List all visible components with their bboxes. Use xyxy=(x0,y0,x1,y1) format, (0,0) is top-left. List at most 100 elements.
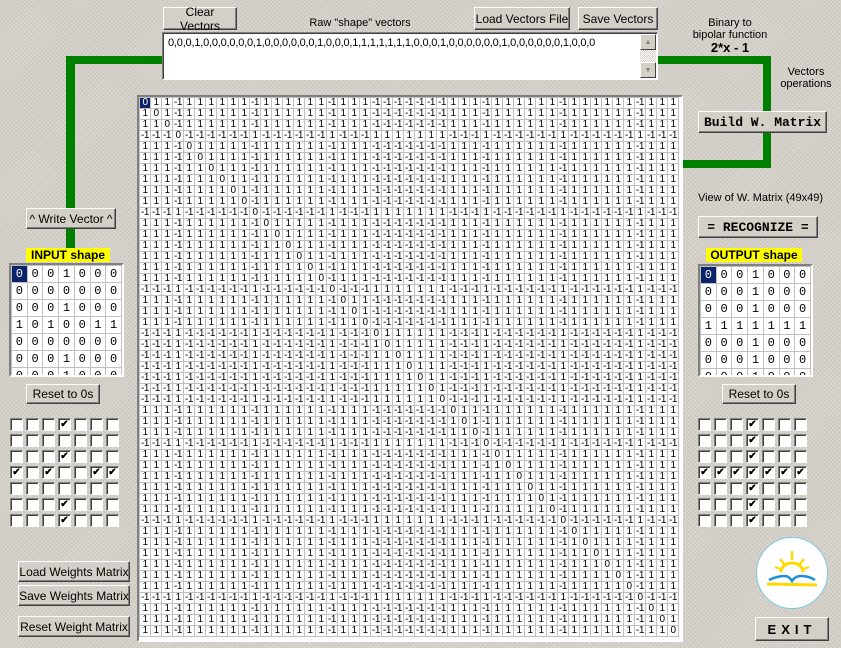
matrix-cell[interactable]: 1 xyxy=(502,251,514,263)
matrix-cell[interactable]: 1 xyxy=(271,416,283,428)
matrix-cell[interactable]: 1 xyxy=(227,504,239,516)
matrix-cell[interactable]: -1 xyxy=(436,185,448,197)
matrix-cell[interactable]: 1 xyxy=(491,141,503,153)
matrix-cell[interactable]: -1 xyxy=(425,119,437,131)
matrix-cell[interactable]: 1 xyxy=(590,460,602,472)
matrix-cell[interactable]: 1 xyxy=(348,570,360,582)
matrix-cell[interactable]: -1 xyxy=(326,581,338,593)
input-shape-cell[interactable]: 1 xyxy=(105,316,122,334)
matrix-cell[interactable]: -1 xyxy=(623,383,635,395)
matrix-cell[interactable]: -1 xyxy=(370,482,382,494)
input-checkbox[interactable] xyxy=(74,434,87,447)
matrix-cell[interactable]: 1 xyxy=(458,427,470,439)
matrix-cell[interactable]: -1 xyxy=(414,273,426,285)
matrix-cell[interactable]: 1 xyxy=(590,174,602,186)
matrix-cell[interactable]: -1 xyxy=(161,383,173,395)
matrix-diagonal-cell[interactable]: 0 xyxy=(557,515,569,527)
matrix-cell[interactable]: 1 xyxy=(260,196,272,208)
output-shape-cell[interactable]: 0 xyxy=(778,368,796,375)
matrix-cell[interactable]: 1 xyxy=(590,614,602,626)
matrix-cell[interactable]: 1 xyxy=(579,471,591,483)
matrix-cell[interactable]: -1 xyxy=(557,174,569,186)
matrix-cell[interactable]: -1 xyxy=(568,339,580,351)
matrix-cell[interactable]: 1 xyxy=(546,163,558,175)
matrix-cell[interactable]: -1 xyxy=(370,218,382,230)
matrix-cell[interactable]: 1 xyxy=(579,504,591,516)
matrix-cell[interactable]: -1 xyxy=(634,108,646,120)
matrix-cell[interactable]: 1 xyxy=(337,625,349,637)
matrix-cell[interactable]: -1 xyxy=(447,328,459,340)
matrix-cell[interactable]: -1 xyxy=(172,174,184,186)
matrix-cell[interactable]: 1 xyxy=(623,229,635,241)
matrix-cell[interactable]: 1 xyxy=(238,570,250,582)
matrix-cell[interactable]: -1 xyxy=(194,438,206,450)
output-shape-cell[interactable]: 0 xyxy=(731,300,749,318)
matrix-cell[interactable]: -1 xyxy=(337,130,349,142)
matrix-cell[interactable]: 1 xyxy=(315,185,327,197)
matrix-cell[interactable]: -1 xyxy=(381,504,393,516)
matrix-cell[interactable]: 1 xyxy=(194,317,206,329)
matrix-cell[interactable]: 1 xyxy=(150,273,162,285)
matrix-cell[interactable]: 1 xyxy=(590,295,602,307)
matrix-cell[interactable]: -1 xyxy=(150,592,162,604)
matrix-cell[interactable]: 1 xyxy=(260,262,272,274)
matrix-cell[interactable]: -1 xyxy=(513,350,525,362)
matrix-cell[interactable]: -1 xyxy=(403,493,415,505)
matrix-cell[interactable]: -1 xyxy=(326,603,338,615)
matrix-cell[interactable]: 1 xyxy=(337,427,349,439)
matrix-cell[interactable]: -1 xyxy=(568,438,580,450)
scroll-down-icon[interactable]: ▼ xyxy=(640,62,656,78)
matrix-cell[interactable]: 1 xyxy=(227,482,239,494)
matrix-cell[interactable]: 1 xyxy=(458,141,470,153)
matrix-cell[interactable]: -1 xyxy=(601,372,613,384)
matrix-cell[interactable]: 1 xyxy=(436,372,448,384)
matrix-cell[interactable]: 1 xyxy=(513,317,525,329)
matrix-cell[interactable]: -1 xyxy=(161,394,173,406)
output-shape-cell[interactable]: 0 xyxy=(715,266,733,284)
matrix-cell[interactable]: -1 xyxy=(315,592,327,604)
matrix-cell[interactable]: 1 xyxy=(260,581,272,593)
matrix-cell[interactable]: 1 xyxy=(271,460,283,472)
output-shape-cell[interactable]: 0 xyxy=(700,266,717,284)
matrix-cell[interactable]: 1 xyxy=(227,97,239,109)
matrix-cell[interactable]: -1 xyxy=(348,383,360,395)
input-checkbox[interactable] xyxy=(58,434,71,447)
matrix-cell[interactable]: -1 xyxy=(656,350,668,362)
output-shape-cell[interactable]: 0 xyxy=(778,300,796,318)
matrix-cell[interactable]: 1 xyxy=(183,537,195,549)
matrix-cell[interactable]: 1 xyxy=(216,185,228,197)
matrix-cell[interactable]: 1 xyxy=(535,317,547,329)
matrix-cell[interactable]: -1 xyxy=(491,383,503,395)
matrix-cell[interactable]: 1 xyxy=(568,141,580,153)
matrix-cell[interactable]: -1 xyxy=(161,207,173,219)
matrix-cell[interactable]: 1 xyxy=(491,537,503,549)
matrix-cell[interactable]: 1 xyxy=(469,141,481,153)
matrix-cell[interactable]: 1 xyxy=(194,603,206,615)
matrix-cell[interactable]: -1 xyxy=(315,328,327,340)
matrix-cell[interactable]: 1 xyxy=(601,460,613,472)
matrix-cell[interactable]: 1 xyxy=(183,174,195,186)
input-checkbox[interactable] xyxy=(74,514,87,527)
matrix-cell[interactable]: 1 xyxy=(238,218,250,230)
matrix-cell[interactable]: 1 xyxy=(403,328,415,340)
matrix-cell[interactable]: 1 xyxy=(535,251,547,263)
matrix-cell[interactable]: -1 xyxy=(656,339,668,351)
matrix-cell[interactable]: 1 xyxy=(304,427,316,439)
matrix-cell[interactable]: -1 xyxy=(293,130,305,142)
matrix-cell[interactable]: 1 xyxy=(227,603,239,615)
matrix-cell[interactable]: 1 xyxy=(469,493,481,505)
matrix-cell[interactable]: -1 xyxy=(634,482,646,494)
matrix-cell[interactable]: -1 xyxy=(502,592,514,604)
matrix-cell[interactable]: 1 xyxy=(524,449,536,461)
matrix-cell[interactable]: -1 xyxy=(546,592,558,604)
matrix-cell[interactable]: 1 xyxy=(667,251,679,263)
matrix-cell[interactable]: 1 xyxy=(458,152,470,164)
output-shape-cell[interactable]: 0 xyxy=(778,283,796,301)
output-shape-cell[interactable]: 1 xyxy=(747,368,764,375)
matrix-cell[interactable]: -1 xyxy=(392,504,404,516)
matrix-cell[interactable]: 1 xyxy=(282,603,294,615)
matrix-cell[interactable]: 1 xyxy=(502,405,514,417)
matrix-cell[interactable]: 1 xyxy=(568,185,580,197)
matrix-cell[interactable]: 1 xyxy=(260,570,272,582)
input-checkbox[interactable]: ✔ xyxy=(58,418,71,431)
